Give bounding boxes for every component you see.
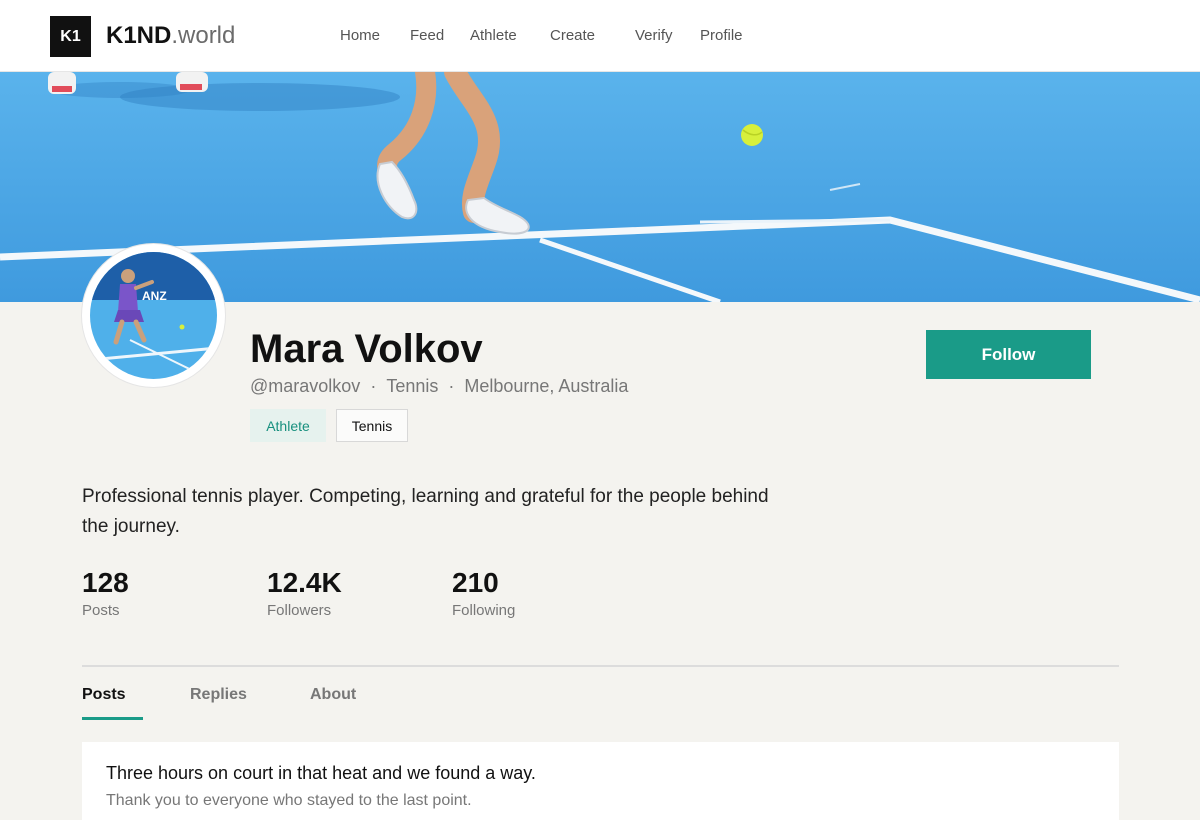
avatar-sponsor-text: ANZ [142,289,167,303]
stat-value: 12.4K [267,567,342,598]
profile-bio: Professional tennis player. Competing, l… [82,486,769,537]
follow-button[interactable]: Follow [926,330,1091,379]
brand-name-suffix: .world [171,22,236,49]
tag-tennis: Tennis [336,409,408,442]
stat-followers[interactable]: 12.4K Followers [267,566,342,621]
brand-name[interactable]: K1ND.world [106,22,235,50]
brand-name-bold: K1ND [106,22,172,49]
stat-label: Followers [267,602,332,619]
post-subtitle: Thank you to everyone who stayed to the … [106,792,472,809]
tabs-divider [82,665,1119,667]
meta-separator: · [370,376,377,396]
tab-replies[interactable]: Replies [190,685,247,705]
nav-profile[interactable]: Profile [700,27,743,45]
stat-label: Following [452,602,516,619]
nav-verify[interactable]: Verify [635,27,673,45]
nav-feed[interactable]: Feed [410,27,444,45]
profile-name: Mara Volkov [250,327,483,371]
profile-location: Melbourne, Australia [464,376,629,396]
profile-avatar[interactable]: ANZ [82,244,225,387]
profile-sport: Tennis [386,376,439,396]
profile-meta: @maravolkov · Tennis · Melbourne, Australia [250,375,628,397]
nav-home[interactable]: Home [340,27,380,45]
post-card[interactable]: Three hours on court in that heat and we… [82,742,1119,820]
post-title: Three hours on court in that heat and we… [106,763,536,783]
nav-create[interactable]: Create [550,27,595,45]
tab-about[interactable]: About [310,685,356,705]
tag-athlete: Athlete [250,409,326,442]
top-nav-bar: K1 K1ND.world Home Feed Athlete Create V… [0,0,1200,72]
nav-athlete[interactable]: Athlete [470,27,517,45]
logo-mark[interactable]: K1 [50,16,91,57]
stat-label: Posts [82,602,120,619]
stat-value: 128 [82,567,129,598]
stat-following[interactable]: 210 Following [452,566,515,621]
profile-handle: @maravolkov [250,376,361,396]
stat-value: 210 [452,567,499,598]
active-tab-indicator [82,717,143,720]
tab-posts[interactable]: Posts [82,685,126,705]
meta-separator: · [448,376,455,396]
stat-posts[interactable]: 128 Posts [82,566,129,621]
athlete-photo-icon: ANZ [90,252,217,379]
